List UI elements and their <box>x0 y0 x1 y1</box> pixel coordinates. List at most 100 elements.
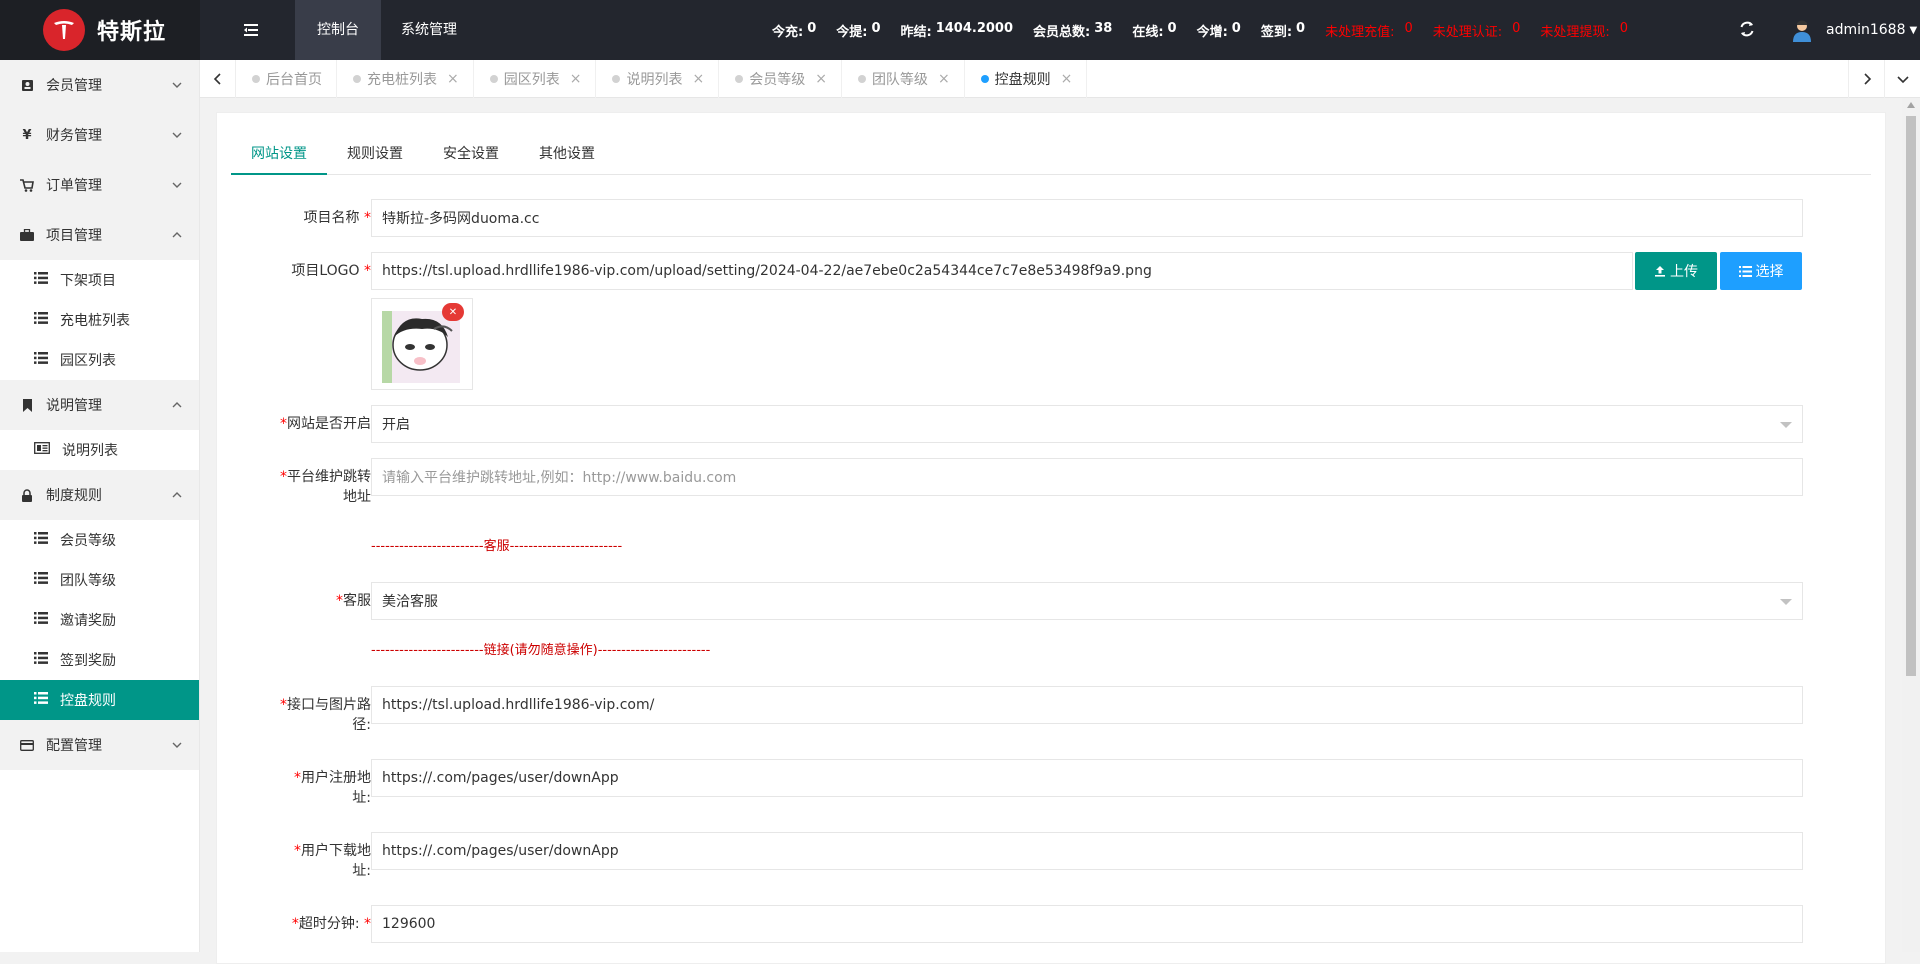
menu-toggle-icon[interactable] <box>238 20 264 40</box>
close-icon[interactable]: × <box>692 71 704 87</box>
sidebar-group-finance[interactable]: ¥ 财务管理 <box>0 110 199 160</box>
sidebar-item-explain-list[interactable]: 说明列表 <box>0 430 199 470</box>
sidebar-group-order[interactable]: 订单管理 <box>0 160 199 210</box>
chevron-down-icon <box>171 79 183 91</box>
sidebar-group-config[interactable]: 配置管理 <box>0 720 199 770</box>
scroll-thumb[interactable] <box>1906 116 1916 676</box>
register-url-label: *用户注册地 址: <box>294 770 371 806</box>
sidebar-item-member-level[interactable]: 会员等级 <box>0 520 199 560</box>
service-label: *客服 <box>336 593 371 609</box>
lock-icon <box>20 488 34 502</box>
list-icon <box>1738 265 1752 277</box>
settings-panel: 网站设置 规则设置 安全设置 其他设置 项目名称 * 特斯拉-多码网duoma.… <box>216 112 1886 964</box>
topnav-system[interactable]: 系统管理 <box>381 0 477 60</box>
topnav-console[interactable]: 控制台 <box>295 0 381 60</box>
download-url-label: *用户下载地 址: <box>294 843 371 879</box>
register-url-input[interactable]: https://.com/pages/user/downApp <box>371 759 1803 797</box>
project-name-input[interactable]: 特斯拉-多码网duoma.cc <box>371 199 1803 237</box>
tab-member-level[interactable]: 会员等级 × <box>719 60 842 98</box>
api-path-label: *接口与图片路 径: <box>280 697 371 733</box>
sidebar-group-explain[interactable]: 说明管理 <box>0 380 199 430</box>
alert-pending-withdraw[interactable]: 未处理提现: 0 <box>1540 21 1628 40</box>
tabs-menu-chevron-down-icon[interactable] <box>1884 60 1920 98</box>
tab-charger-list[interactable]: 充电桩列表 × <box>337 60 474 98</box>
sidebar-item-park-list[interactable]: 园区列表 <box>0 340 199 380</box>
tab-explain-list[interactable]: 说明列表 × <box>596 60 720 98</box>
tab-security-settings[interactable]: 安全设置 <box>423 133 519 175</box>
member-card-icon <box>20 78 34 92</box>
tab-rule-settings[interactable]: 规则设置 <box>327 133 423 175</box>
divider-link: ------------------------链接(请勿随意操作)------… <box>371 643 711 658</box>
stats-bar: 今充: 0 今提: 0 昨结: 1404.2000 会员总数: 38 在线: 0 今增: 0… <box>772 0 1648 60</box>
sidebar: 会员管理 ¥ 财务管理 订单管理 项目管理 下架项目 充电桩列表 园区列表 说明… <box>0 60 200 952</box>
api-path-input[interactable]: https://tsl.upload.hrdllife1986-vip.com/ <box>371 686 1803 724</box>
refresh-icon[interactable] <box>1736 18 1758 40</box>
service-select[interactable]: 美洽客服 <box>371 582 1803 620</box>
credit-card-icon <box>20 738 34 752</box>
sidebar-item-signin-reward[interactable]: 签到奖励 <box>0 640 199 680</box>
choose-button[interactable]: 选择 <box>1720 252 1802 290</box>
scroll-up-arrow-icon[interactable] <box>1907 102 1915 108</box>
close-icon[interactable]: × <box>938 71 950 87</box>
tab-other-settings[interactable]: 其他设置 <box>519 133 615 175</box>
tab-control-rules[interactable]: 控盘规则 × <box>965 60 1088 98</box>
page-tabs: 后台首页 充电桩列表 × 园区列表 × 说明列表 × 会员等级 × 团队等级 × 控盘规则… <box>236 60 1088 98</box>
project-name-label: 项目名称 * <box>303 210 371 226</box>
user-menu[interactable]: admin1688 ▼ <box>1790 0 1917 60</box>
close-icon[interactable]: × <box>1061 71 1073 87</box>
top-header: 特斯拉 控制台 系统管理 今充: 0 今提: 0 昨结: 1404.2000 会员总数… <box>0 0 1920 60</box>
tab-home[interactable]: 后台首页 <box>236 60 337 98</box>
sidebar-item-team-level[interactable]: 团队等级 <box>0 560 199 600</box>
site-open-select[interactable]: 开启 <box>371 405 1803 443</box>
logo-url-input[interactable]: https://tsl.upload.hrdllife1986-vip.com/… <box>371 252 1633 290</box>
remove-logo-close-icon[interactable]: ✕ <box>442 303 464 321</box>
tesla-logo-icon <box>43 9 85 51</box>
yen-icon: ¥ <box>22 127 32 143</box>
tab-team-level[interactable]: 团队等级 × <box>842 60 965 98</box>
tab-dot <box>353 75 361 83</box>
sidebar-group-member[interactable]: 会员管理 <box>0 60 199 110</box>
logo-preview: ✕ <box>371 298 473 390</box>
list-icon <box>34 652 48 668</box>
sidebar-group-project[interactable]: 项目管理 <box>0 210 199 260</box>
tab-dot <box>612 75 621 83</box>
divider-service: ------------------------客服--------------… <box>371 539 623 554</box>
page-scrollbar[interactable] <box>1902 98 1920 952</box>
stat-today-withdraw: 今提: 0 <box>836 20 881 40</box>
form-row-service: *客服 美洽客服 <box>217 582 1887 620</box>
close-icon[interactable]: × <box>570 71 582 87</box>
chevron-down-icon <box>171 129 183 141</box>
upload-button[interactable]: 上传 <box>1635 252 1717 290</box>
list-icon <box>34 532 48 548</box>
tab-dot <box>252 75 260 83</box>
tab-website-settings[interactable]: 网站设置 <box>231 133 327 175</box>
close-icon[interactable]: × <box>447 71 459 87</box>
sidebar-item-offline-projects[interactable]: 下架项目 <box>0 260 199 300</box>
sidebar-item-charger-list[interactable]: 充电桩列表 <box>0 300 199 340</box>
form-row-api-path: *接口与图片路 径: https://tsl.upload.hrdllife198… <box>217 686 1887 735</box>
brand-title: 特斯拉 <box>97 20 167 45</box>
sidebar-item-invite-reward[interactable]: 邀请奖励 <box>0 600 199 640</box>
list-icon <box>34 312 48 328</box>
tabs-scroll-right-icon[interactable] <box>1848 60 1884 98</box>
list-icon <box>34 352 48 368</box>
sidebar-item-control-rules[interactable]: 控盘规则 <box>0 680 199 720</box>
alert-pending-recharge[interactable]: 未处理充值: 0 <box>1325 21 1413 40</box>
download-url-input[interactable]: https://.com/pages/user/downApp <box>371 832 1803 870</box>
tabs-scroll-left-icon[interactable] <box>200 60 236 98</box>
alert-pending-auth[interactable]: 未处理认证: 0 <box>1433 21 1521 40</box>
tab-dot <box>857 75 866 83</box>
maintenance-url-input[interactable]: 请输入平台维护跳转地址,例如：http://www.baidu.com <box>371 458 1803 496</box>
form-row-maintenance: *平台维护跳转 地址 请输入平台维护跳转地址,例如：http://www.baid… <box>217 458 1887 507</box>
close-icon[interactable]: × <box>815 71 827 87</box>
form-row-project-name: 项目名称 * 特斯拉-多码网duoma.cc <box>217 199 1887 237</box>
form-row-site-open: *网站是否开启 开启 <box>217 405 1887 443</box>
chevron-down-icon <box>171 739 183 751</box>
logo-label: 项目LOGO * <box>291 263 371 279</box>
brand[interactable]: 特斯拉 <box>0 0 200 60</box>
tab-park-list[interactable]: 园区列表 × <box>474 60 597 98</box>
sidebar-group-rules[interactable]: 制度规则 <box>0 470 199 520</box>
timeout-input[interactable]: 129600 <box>371 905 1803 943</box>
chevron-up-icon <box>171 489 183 501</box>
settings-tabs: 网站设置 规则设置 安全设置 其他设置 <box>231 133 1871 175</box>
